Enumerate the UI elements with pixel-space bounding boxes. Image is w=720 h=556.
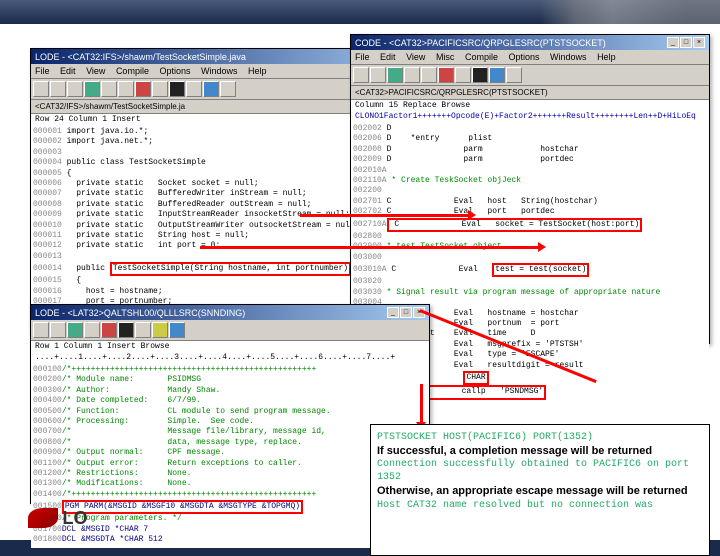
menu-item[interactable]: File <box>35 66 50 76</box>
window-title: LODE - <CAT32:IFS>/shawm/TestSocketSimpl… <box>35 52 246 62</box>
window-title: LODE - <LAT32>QALTSHL00/QLLLSRC(SNNDING) <box>35 308 245 318</box>
tool-icon[interactable] <box>50 81 66 97</box>
arrow-icon <box>420 384 423 424</box>
arrow-icon <box>300 214 470 217</box>
tool-icon[interactable] <box>33 322 49 338</box>
tool-icon[interactable] <box>506 67 522 83</box>
stop-icon[interactable] <box>438 67 454 83</box>
tool-icon[interactable] <box>101 81 117 97</box>
highlighted-test: test = test(socket) <box>492 263 589 277</box>
highlighted-constructor: TestSocketSimple(String hostname, int po… <box>110 262 351 276</box>
tool-icon[interactable] <box>169 81 185 97</box>
menu-item[interactable]: Edit <box>380 52 396 62</box>
minimize-icon[interactable]: _ <box>387 307 399 318</box>
tool-icon[interactable] <box>169 322 185 338</box>
tool-icon[interactable] <box>50 322 66 338</box>
tool-icon[interactable] <box>472 67 488 83</box>
menu-item[interactable]: Compile <box>465 52 498 62</box>
window-title: CODE - <CAT32>PACIFICSRC/QRPGLESRC(PTSTS… <box>355 38 606 48</box>
run-icon[interactable] <box>84 81 100 97</box>
result-line: Host CAT32 name resolved but no connecti… <box>377 499 703 512</box>
tool-icon[interactable] <box>84 322 100 338</box>
menu-item[interactable]: File <box>355 52 370 62</box>
command-text: PTSTSOCKET HOST(PACIFIC6) PORT(1352) <box>377 431 703 444</box>
menu-item[interactable]: Compile <box>116 66 149 76</box>
titlebar[interactable]: CODE - <CAT32>PACIFICSRC/QRPGLESRC(PTSTS… <box>351 35 709 50</box>
ruler: ....+....1....+....2....+....3....+....4… <box>31 352 429 363</box>
editor-tab[interactable]: <CAT32>PACIFICSRC/QRPGLESRC(PTSTSOCKET) <box>351 86 709 100</box>
tool-icon[interactable] <box>404 67 420 83</box>
tool-icon[interactable] <box>353 67 369 83</box>
tool-icon[interactable] <box>152 81 168 97</box>
toolbar <box>351 65 709 86</box>
tool-icon[interactable] <box>135 322 151 338</box>
menu-item[interactable]: Options <box>508 52 539 62</box>
status-row: Column 15 Replace Browse <box>351 100 709 111</box>
header-strip <box>0 0 720 24</box>
arrow-icon <box>200 246 540 249</box>
result-callout: PTSTSOCKET HOST(PACIFIC6) PORT(1352) If … <box>370 424 710 556</box>
logo-text: LO <box>63 508 88 529</box>
tool-icon[interactable] <box>203 81 219 97</box>
menu-item[interactable]: Help <box>248 66 267 76</box>
tool-icon[interactable] <box>118 81 134 97</box>
tool-icon[interactable] <box>421 67 437 83</box>
menu-item[interactable]: Options <box>159 66 190 76</box>
result-line: If successful, a completion message will… <box>377 444 703 458</box>
main-area: LODE - <CAT32:IFS>/shawm/TestSocketSimpl… <box>0 24 720 540</box>
tool-icon[interactable] <box>152 322 168 338</box>
maximize-icon[interactable]: □ <box>680 37 692 48</box>
header-ruler: CLONO1Factor1+++++++Opcode(E)+Factor2+++… <box>351 111 709 122</box>
menu-item[interactable]: View <box>406 52 425 62</box>
menu-item[interactable]: Edit <box>60 66 76 76</box>
maximize-icon[interactable]: □ <box>400 307 412 318</box>
menu-item[interactable]: Help <box>597 52 616 62</box>
minimize-icon[interactable]: _ <box>667 37 679 48</box>
status-row: Row 1 Column 1 Insert Browse <box>31 341 429 352</box>
highlighted-call: C Eval socket = TestSocket(host:port) <box>387 218 643 232</box>
menubar: File Edit View Misc Compile Options Wind… <box>351 50 709 65</box>
tool-icon[interactable] <box>455 67 471 83</box>
logo: LO <box>28 508 98 538</box>
city-skyline <box>540 0 720 24</box>
highlighted-char: CHAR <box>463 371 488 385</box>
menu-item[interactable]: View <box>86 66 105 76</box>
tool-icon[interactable] <box>67 81 83 97</box>
tool-icon[interactable] <box>118 322 134 338</box>
stop-icon[interactable] <box>135 81 151 97</box>
run-icon[interactable] <box>387 67 403 83</box>
tool-icon[interactable] <box>489 67 505 83</box>
highlighted-pgm: PGM PARM(&MSGID &MSGF10 &MSGDTA &MSGTYPE… <box>62 500 303 514</box>
toolbar <box>31 320 429 341</box>
menu-item[interactable]: Windows <box>201 66 238 76</box>
result-line: Otherwise, an appropriate escape message… <box>377 484 703 498</box>
close-icon[interactable]: × <box>693 37 705 48</box>
stop-icon[interactable] <box>101 322 117 338</box>
menu-item[interactable]: Misc <box>436 52 455 62</box>
rpg-editor-window: CODE - <CAT32>PACIFICSRC/QRPGLESRC(PTSTS… <box>350 34 710 344</box>
result-line: Connection successfully obtained to PACI… <box>377 458 703 484</box>
menu-item[interactable]: Windows <box>550 52 587 62</box>
tool-icon[interactable] <box>186 81 202 97</box>
tool-icon[interactable] <box>220 81 236 97</box>
tool-icon[interactable] <box>33 81 49 97</box>
logo-swoosh-icon <box>28 508 58 528</box>
tool-icon[interactable] <box>370 67 386 83</box>
titlebar[interactable]: LODE - <LAT32>QALTSHL00/QLLLSRC(SNNDING)… <box>31 305 429 320</box>
run-icon[interactable] <box>67 322 83 338</box>
